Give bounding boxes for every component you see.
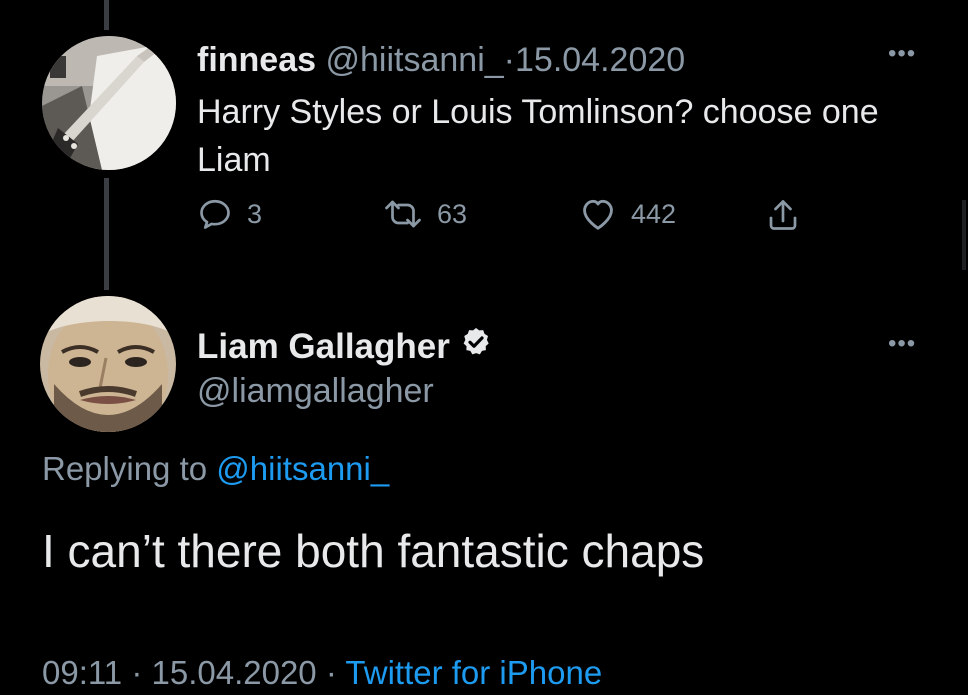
- share-icon: [765, 196, 801, 234]
- separator-dot: ·: [325, 654, 337, 691]
- like-button[interactable]: 442: [579, 196, 676, 232]
- tweet-text: Harry Styles or Louis Tomlinson? choose …: [197, 93, 879, 179]
- replying-to-mention[interactable]: @hiitsanni_: [216, 450, 389, 487]
- author-name-row: Liam Gallagher: [197, 326, 492, 368]
- author-handle[interactable]: @hiitsanni_: [326, 41, 504, 79]
- tweet-source-link[interactable]: Twitter for iPhone: [345, 654, 602, 691]
- retweet-count: 63: [437, 198, 468, 229]
- avatar-liam-gallagher[interactable]: [40, 296, 176, 432]
- more-horizontal-icon[interactable]: •••: [888, 332, 916, 356]
- avatar-finneas[interactable]: [42, 36, 176, 170]
- reply-count: 3: [247, 198, 263, 229]
- tweet-header: finneas @hiitsanni_·15.04.2020: [197, 40, 685, 80]
- tweet-actions: 3 63 442: [197, 196, 837, 246]
- author-name[interactable]: Liam Gallagher: [197, 326, 450, 368]
- retweet-button[interactable]: 63: [383, 196, 467, 232]
- tweet-text: I can’t there both fantastic chaps: [42, 525, 705, 577]
- scrollbar-indicator: [962, 200, 966, 270]
- tweet-date[interactable]: 15.04.2020: [151, 654, 316, 691]
- reply-icon: [197, 196, 233, 232]
- thread-connector-line: [104, 178, 109, 290]
- author-handle[interactable]: @liamgallagher: [197, 370, 434, 412]
- thread-connector-line: [104, 0, 109, 30]
- like-count: 442: [631, 198, 677, 229]
- tweet-meta-footer: 09:11 · 15.04.2020 · Twitter for iPhone: [42, 652, 602, 694]
- verified-badge-icon: [460, 326, 492, 368]
- share-button[interactable]: [765, 196, 801, 234]
- author-name[interactable]: finneas: [197, 41, 316, 79]
- tweet-time[interactable]: 09:11: [42, 654, 122, 691]
- more-horizontal-icon[interactable]: •••: [888, 42, 916, 66]
- replying-prefix: Replying to: [42, 450, 208, 487]
- retweet-icon: [383, 196, 423, 232]
- tweet-date[interactable]: 15.04.2020: [515, 41, 685, 79]
- separator-dot: ·: [131, 654, 143, 691]
- reply-button[interactable]: 3: [197, 196, 262, 232]
- separator-dot: ·: [503, 41, 515, 79]
- replying-to-line: Replying to @hiitsanni_: [42, 448, 389, 490]
- heart-icon: [579, 196, 617, 232]
